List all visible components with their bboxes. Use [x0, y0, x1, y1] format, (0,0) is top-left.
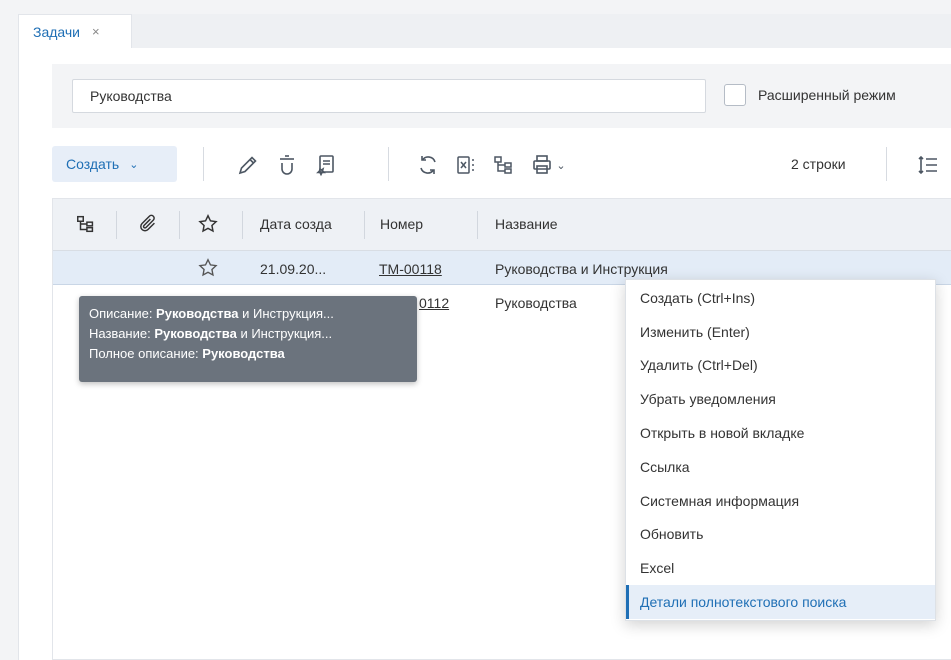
- search-area: Расширенный режим: [52, 64, 951, 128]
- header-divider: [116, 211, 117, 239]
- tooltip-highlight: Руководства: [202, 346, 285, 361]
- table-header: Дата созда Номер Название: [53, 199, 951, 251]
- create-button[interactable]: Создать ⌄: [52, 146, 177, 182]
- menu-item-link[interactable]: Ссылка: [626, 450, 935, 484]
- print-icon[interactable]: ⌄: [528, 151, 568, 179]
- column-header-date[interactable]: Дата созда: [260, 216, 332, 232]
- tooltip-line: Описание: Руководства и Инструкция...: [89, 304, 407, 324]
- cell-date: 21.09.20...: [260, 261, 327, 277]
- rows-count: 2 строки: [791, 156, 846, 172]
- toolbar: Создать ⌄ ⌄ 2 строки: [52, 145, 951, 185]
- menu-item-system-info[interactable]: Системная информация: [626, 484, 935, 518]
- header-divider: [179, 211, 180, 239]
- tooltip-line: Полное описание: Руководства: [89, 344, 407, 364]
- menu-item-fulltext-details[interactable]: Детали полнотекстового поиска: [626, 585, 935, 619]
- tooltip-text: и Инструкция...: [238, 306, 334, 321]
- extended-mode-checkbox[interactable]: [724, 84, 746, 106]
- delete-icon[interactable]: [273, 151, 301, 179]
- close-icon[interactable]: ×: [92, 24, 100, 39]
- attachment-icon[interactable]: [137, 213, 161, 237]
- tab-tasks[interactable]: Задачи ×: [18, 14, 132, 48]
- tooltip-highlight: Руководства: [156, 306, 239, 321]
- create-button-label: Создать: [66, 156, 120, 172]
- cell-number-link[interactable]: 0112: [419, 295, 449, 311]
- search-input[interactable]: [72, 79, 706, 113]
- menu-item-excel[interactable]: Excel: [626, 551, 935, 585]
- tooltip-label: Название:: [89, 326, 155, 341]
- tooltip-label: Описание:: [89, 306, 157, 321]
- row-height-icon[interactable]: [914, 151, 942, 179]
- chevron-down-icon: ⌄: [129, 158, 139, 171]
- extended-mode-label: Расширенный режим: [758, 87, 896, 103]
- edit-icon[interactable]: [234, 151, 262, 179]
- tooltip-line: Название: Руководства и Инструкция...: [89, 324, 407, 344]
- cell-title: Руководства: [495, 295, 577, 311]
- excel-icon[interactable]: [452, 151, 480, 179]
- menu-item-create[interactable]: Создать (Ctrl+Ins): [626, 281, 935, 315]
- refresh-icon[interactable]: [414, 151, 442, 179]
- chevron-down-icon: ⌄: [556, 159, 566, 172]
- toolbar-divider: [203, 147, 204, 181]
- extended-mode-toggle[interactable]: Расширенный режим: [724, 84, 896, 106]
- tooltip-label: Полное описание:: [89, 346, 203, 361]
- star-icon[interactable]: [197, 257, 219, 279]
- column-header-title[interactable]: Название: [495, 216, 558, 232]
- menu-item-open-new-tab[interactable]: Открыть в новой вкладке: [626, 416, 935, 450]
- tooltip-highlight: Руководства: [154, 326, 237, 341]
- tooltip-text: и Инструкция...: [236, 326, 333, 341]
- row-tooltip: Описание: Руководства и Инструкция... На…: [79, 296, 417, 382]
- document-star-icon[interactable]: [312, 151, 340, 179]
- tab-label: Задачи: [33, 23, 81, 40]
- menu-item-remove-notifications[interactable]: Убрать уведомления: [626, 382, 935, 416]
- cell-title: Руководства и Инструкция: [495, 261, 668, 277]
- header-divider: [242, 211, 243, 239]
- cell-number-link[interactable]: TM-00118: [379, 261, 442, 277]
- header-divider: [477, 211, 478, 239]
- menu-item-refresh[interactable]: Обновить: [626, 518, 935, 552]
- hierarchy-icon[interactable]: [75, 213, 99, 237]
- column-header-number[interactable]: Номер: [380, 216, 423, 232]
- toolbar-divider: [886, 147, 887, 181]
- menu-item-edit[interactable]: Изменить (Enter): [626, 315, 935, 349]
- toolbar-divider: [388, 147, 389, 181]
- menu-item-delete[interactable]: Удалить (Ctrl+Del): [626, 349, 935, 383]
- star-icon[interactable]: [197, 213, 221, 237]
- context-menu: Создать (Ctrl+Ins) Изменить (Enter) Удал…: [625, 279, 936, 621]
- header-divider: [364, 211, 365, 239]
- hierarchy-icon[interactable]: [490, 151, 518, 179]
- tab-strip: Задачи ×: [18, 14, 951, 48]
